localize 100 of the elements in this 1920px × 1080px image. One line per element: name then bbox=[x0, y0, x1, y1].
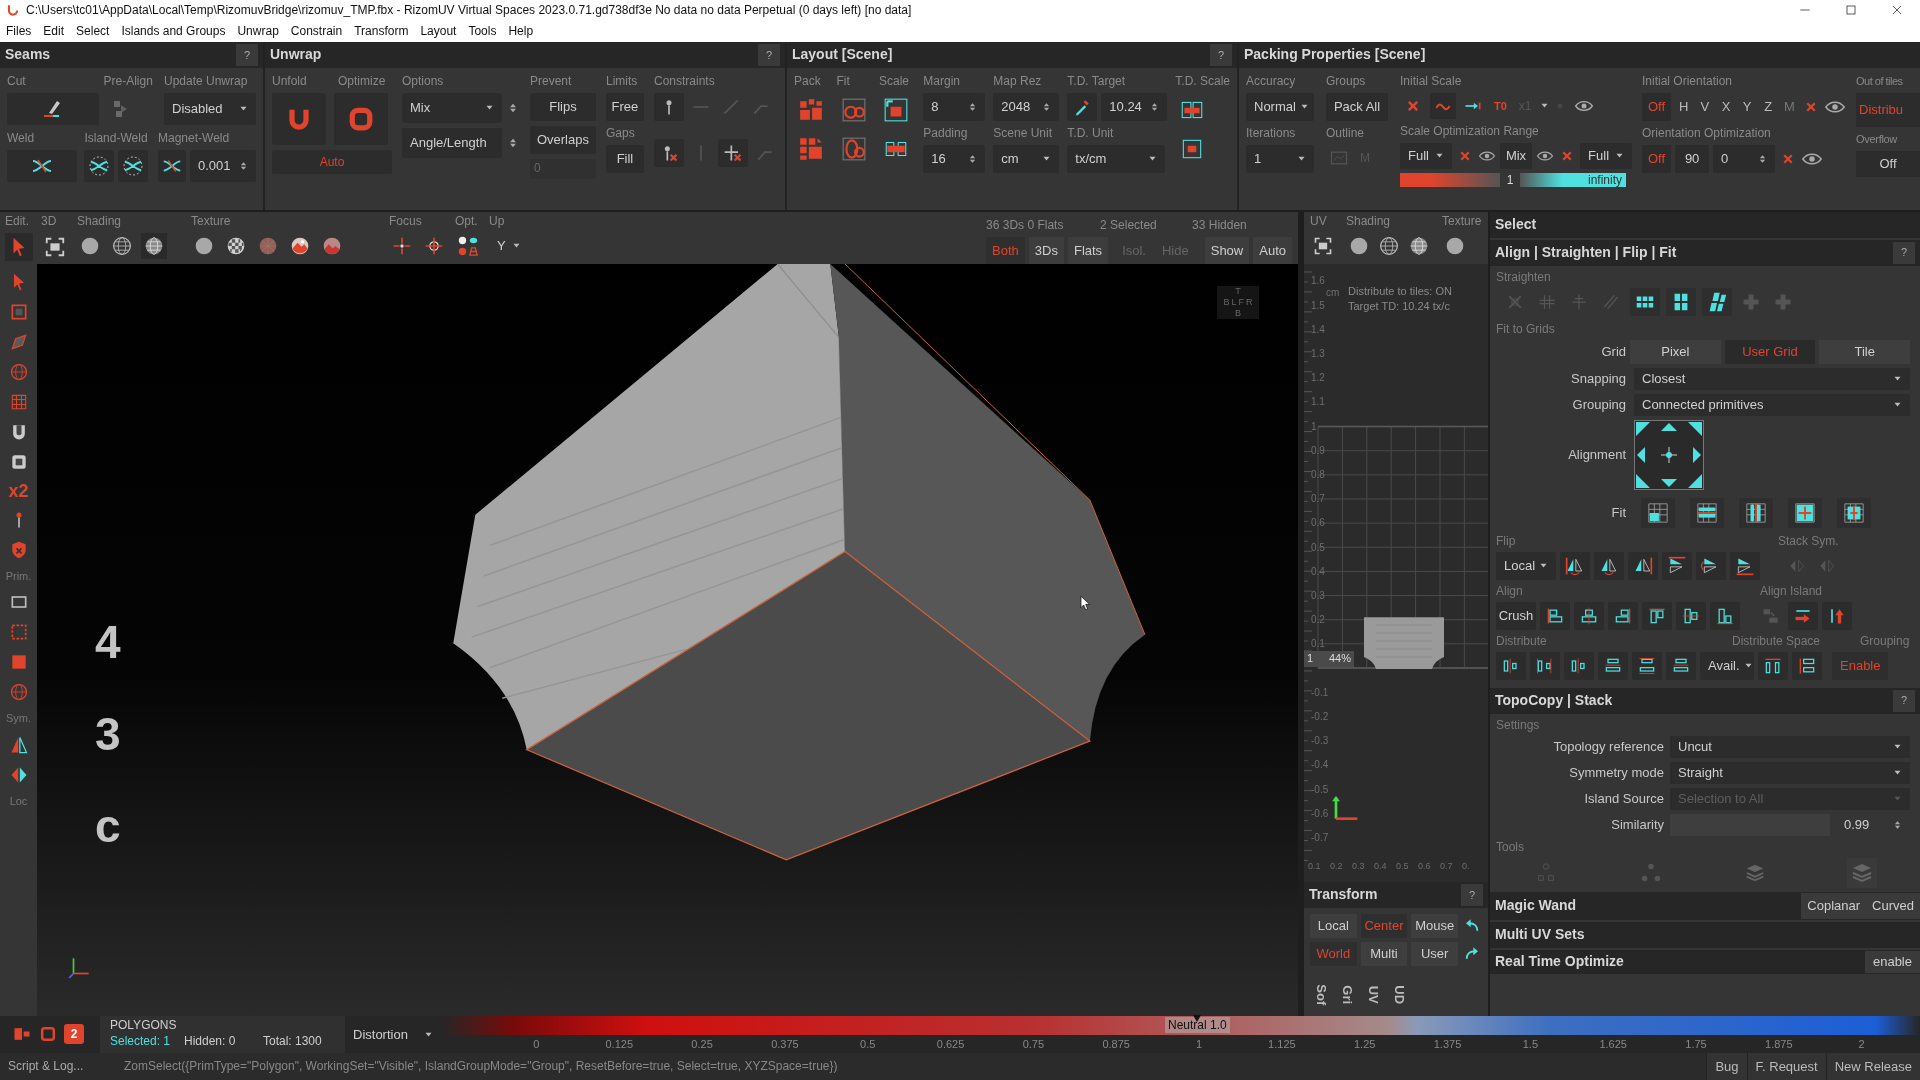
help-button[interactable]: ? bbox=[236, 43, 258, 66]
number-field[interactable]: 8 bbox=[923, 92, 986, 121]
wand-mode-button[interactable]: Coplanar bbox=[1801, 892, 1867, 919]
footer-button[interactable]: Bug bbox=[1706, 1053, 1747, 1080]
fit-grid-icon[interactable] bbox=[1641, 497, 1675, 528]
magnet-weld-icon[interactable] bbox=[158, 149, 186, 182]
option-dropdown[interactable]: Mix bbox=[402, 92, 502, 123]
side-tab[interactable]: UV bbox=[1363, 985, 1383, 1004]
flip-icon[interactable] bbox=[1662, 551, 1692, 580]
tile-grid-icon[interactable] bbox=[1666, 287, 1696, 316]
distribute-icon[interactable] bbox=[1666, 651, 1696, 680]
menu-item[interactable]: Transform bbox=[350, 22, 413, 41]
accuracy-dropdown[interactable]: Normal bbox=[1246, 92, 1314, 121]
transform-option[interactable]: Mouse bbox=[1411, 914, 1458, 938]
footer-button[interactable]: New Release bbox=[1825, 1053, 1920, 1080]
unfold-icon[interactable] bbox=[272, 92, 326, 145]
side-tab[interactable]: UD bbox=[1389, 985, 1409, 1005]
help-button[interactable]: ? bbox=[758, 43, 780, 66]
fit-grid-icon[interactable] bbox=[1690, 497, 1724, 528]
grid-option-tab[interactable]: Pixel bbox=[1630, 339, 1721, 364]
distribute-icon[interactable] bbox=[1496, 651, 1526, 680]
knife-icon[interactable] bbox=[7, 92, 99, 125]
menu-item[interactable]: Constrain bbox=[286, 22, 347, 41]
transform-option[interactable]: User bbox=[1411, 942, 1458, 966]
filter-tab[interactable]: Flats bbox=[1067, 236, 1109, 265]
overlaps-button[interactable]: Overlaps bbox=[529, 125, 596, 154]
enable-button[interactable]: enable bbox=[1864, 950, 1920, 973]
tile-grid-icon[interactable] bbox=[1630, 287, 1660, 316]
number-field[interactable]: 16 bbox=[923, 144, 986, 173]
range-bar[interactable]: infinity bbox=[1520, 172, 1626, 187]
number-field[interactable]: 2048 bbox=[993, 92, 1060, 121]
distribute-icon[interactable] bbox=[1530, 651, 1560, 680]
update-unwrap-dropdown[interactable]: Disabled bbox=[164, 92, 256, 125]
iterations-dropdown[interactable]: 1 bbox=[1246, 144, 1314, 173]
fill-button[interactable]: Fill bbox=[605, 144, 644, 173]
number-field[interactable]: 0 bbox=[1713, 144, 1776, 173]
toggle[interactable]: Mix bbox=[1499, 142, 1533, 169]
axis-toggle[interactable]: V bbox=[1696, 97, 1714, 117]
transform-option[interactable]: Multi bbox=[1360, 942, 1408, 966]
flip-icon[interactable] bbox=[1628, 551, 1658, 580]
number-field[interactable]: 90 bbox=[1675, 144, 1710, 173]
side-tab[interactable]: Gri bbox=[1337, 985, 1357, 1005]
space-dropdown[interactable]: Avail. bbox=[1700, 651, 1754, 680]
tilde-icon[interactable] bbox=[1430, 92, 1456, 119]
distribute-icon[interactable] bbox=[1632, 651, 1662, 680]
flip-icon[interactable] bbox=[1560, 551, 1590, 580]
cross-icon[interactable] bbox=[718, 138, 748, 167]
snapping-dropdown[interactable]: Closest bbox=[1634, 367, 1910, 390]
menu-item[interactable]: Layout bbox=[416, 22, 461, 41]
menu-item[interactable]: Files bbox=[2, 22, 36, 41]
count-badge[interactable]: 2 bbox=[64, 1024, 84, 1045]
scene-unit-dropdown[interactable]: cm bbox=[993, 144, 1060, 173]
crush-button[interactable]: Crush bbox=[1496, 601, 1536, 630]
help-button[interactable]: ? bbox=[1210, 43, 1232, 66]
distribute-icon[interactable] bbox=[1598, 651, 1628, 680]
menu-item[interactable]: Islands and Groups bbox=[117, 22, 230, 41]
flip-icon[interactable] bbox=[1730, 551, 1760, 580]
alignment-pad[interactable] bbox=[1634, 419, 1704, 490]
axis-toggle[interactable]: Z bbox=[1759, 97, 1777, 117]
island-weld-icon[interactable] bbox=[118, 149, 149, 182]
auto-button[interactable]: Auto bbox=[1253, 236, 1292, 265]
distribute-icon[interactable] bbox=[1564, 651, 1594, 680]
menu-item[interactable]: Unwrap bbox=[233, 22, 283, 41]
menu-item[interactable]: Edit bbox=[39, 22, 69, 41]
align-icon[interactable] bbox=[1676, 601, 1706, 630]
align-icon[interactable] bbox=[1642, 601, 1672, 630]
pin-icon[interactable] bbox=[654, 92, 684, 121]
help-button[interactable]: ? bbox=[1893, 689, 1915, 712]
grouping-dropdown[interactable]: Connected primitives bbox=[1634, 393, 1910, 416]
optimize-icon[interactable] bbox=[334, 92, 388, 145]
axis-toggle[interactable]: Y bbox=[1738, 97, 1756, 117]
flip-icon[interactable] bbox=[1696, 551, 1726, 580]
distribute-space-icon[interactable] bbox=[1758, 651, 1788, 680]
axis-toggle[interactable]: X bbox=[1717, 97, 1735, 117]
caret-icon[interactable] bbox=[424, 1030, 433, 1039]
unpin-icon[interactable] bbox=[654, 138, 684, 167]
fit-grid-icon[interactable] bbox=[1837, 497, 1871, 528]
align-icon[interactable] bbox=[1540, 601, 1570, 630]
flip-mode-dropdown[interactable]: Local bbox=[1496, 551, 1556, 580]
side-tab[interactable]: Sof bbox=[1311, 984, 1331, 1006]
wand-mode-button[interactable]: Curved bbox=[1866, 892, 1920, 919]
transform-option[interactable]: Local bbox=[1310, 914, 1357, 938]
footer-button[interactable]: F. Request bbox=[1746, 1053, 1826, 1080]
menu-item[interactable]: Tools bbox=[464, 22, 501, 41]
number-field[interactable]: 0.001 bbox=[190, 149, 256, 182]
pack-all-button[interactable]: Pack All bbox=[1326, 92, 1388, 121]
option-field[interactable]: Angle/Length bbox=[402, 127, 502, 158]
script-log-button[interactable]: Script & Log... bbox=[0, 1057, 124, 1076]
arrow-right-icon[interactable] bbox=[1788, 601, 1818, 630]
grid-option-tab[interactable]: Tile bbox=[1819, 339, 1910, 364]
fit-grid-icon[interactable] bbox=[1788, 497, 1822, 528]
axis-toggle[interactable]: H bbox=[1675, 97, 1693, 117]
free-button[interactable]: Free bbox=[605, 92, 644, 121]
fit-grid-icon[interactable] bbox=[1739, 497, 1773, 528]
range-bar[interactable] bbox=[1400, 172, 1500, 187]
menu-item[interactable]: Select bbox=[72, 22, 114, 41]
grid-option-tab[interactable]: User Grid bbox=[1724, 339, 1816, 364]
distribute-space-icon[interactable] bbox=[1792, 651, 1822, 680]
setting-dropdown[interactable]: Straight bbox=[1670, 761, 1910, 784]
align-icon[interactable] bbox=[1608, 601, 1638, 630]
